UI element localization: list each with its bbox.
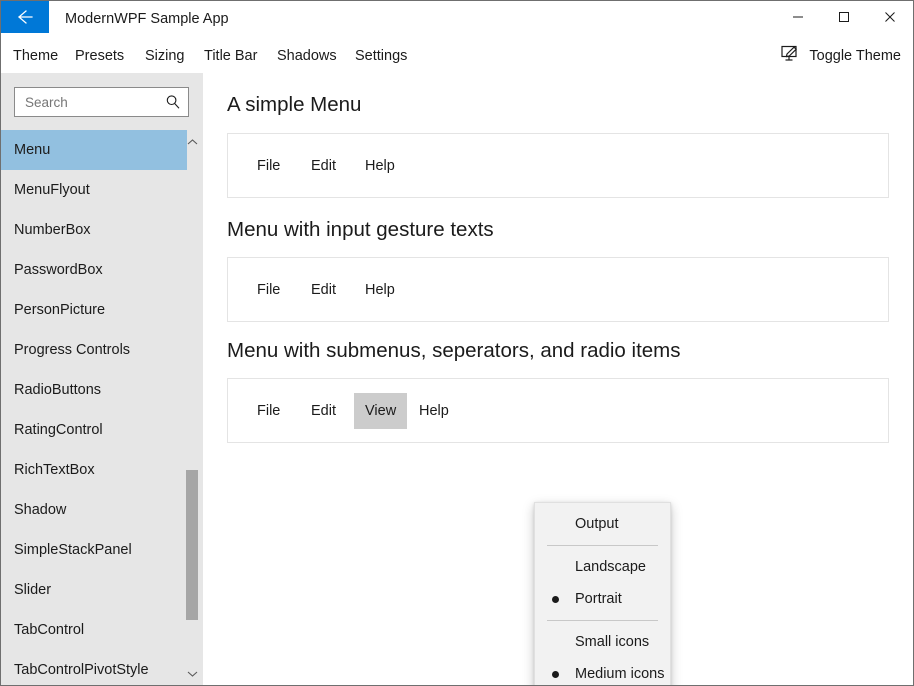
section-title-1: Menu with input gesture texts bbox=[227, 218, 494, 241]
radio-selected-icon bbox=[552, 596, 559, 603]
menubar-item-sizing[interactable]: Sizing bbox=[145, 39, 185, 73]
menu-2-item-edit[interactable]: Edit bbox=[300, 393, 347, 429]
chevron-down-icon bbox=[187, 665, 198, 683]
toggle-theme-button[interactable]: Toggle Theme bbox=[781, 39, 901, 73]
menubar-item-theme[interactable]: Theme bbox=[13, 39, 58, 73]
toggle-theme-label: Toggle Theme bbox=[809, 48, 901, 64]
maximize-icon bbox=[838, 11, 850, 23]
sidebar-scrollbar[interactable] bbox=[185, 130, 199, 685]
menu-2-item-help[interactable]: Help bbox=[408, 393, 460, 429]
sidebar-item-richtextbox[interactable]: RichTextBox bbox=[1, 450, 187, 490]
menu-0-item-file[interactable]: File bbox=[246, 148, 291, 184]
section-title-0: A simple Menu bbox=[227, 93, 362, 116]
close-icon bbox=[884, 11, 896, 23]
menu-card-1: File Edit Help bbox=[227, 257, 889, 322]
menu-1-item-help[interactable]: Help bbox=[354, 272, 406, 308]
content-area: A simple Menu File Edit Help Menu with input… bbox=[203, 73, 913, 685]
close-button[interactable] bbox=[867, 1, 913, 33]
sidebar-item-progress-controls[interactable]: Progress Controls bbox=[1, 330, 187, 370]
search-icon[interactable] bbox=[164, 93, 182, 111]
title-bar: ModernWPF Sample App bbox=[1, 1, 913, 37]
sidebar-item-numberbox[interactable]: NumberBox bbox=[1, 210, 187, 250]
back-arrow-icon bbox=[15, 7, 35, 27]
section-title-2: Menu with submenus, seperators, and radi… bbox=[227, 339, 681, 362]
popup-item-portrait[interactable]: Portrait bbox=[535, 583, 670, 615]
popup-separator bbox=[547, 620, 658, 621]
sidebar-item-personpicture[interactable]: PersonPicture bbox=[1, 290, 187, 330]
menu-1-item-file[interactable]: File bbox=[246, 272, 291, 308]
popup-item-label: Small icons bbox=[575, 634, 650, 650]
scroll-down-button[interactable] bbox=[185, 666, 199, 682]
scrollbar-thumb[interactable] bbox=[186, 470, 198, 620]
sidebar-nav-list: Menu MenuFlyout NumberBox PasswordBox Person… bbox=[1, 130, 203, 685]
popup-item-medium-icons[interactable]: Medium icons bbox=[535, 658, 670, 685]
sidebar-item-ratingcontrol[interactable]: RatingControl bbox=[1, 410, 187, 450]
minimize-button[interactable] bbox=[775, 1, 821, 33]
sidebar-item-menuflyout[interactable]: MenuFlyout bbox=[1, 170, 187, 210]
menubar-item-title-bar[interactable]: Title Bar bbox=[204, 39, 257, 73]
view-menu-popup: Output Landscape Portrait Small icons Medium… bbox=[534, 502, 671, 685]
popup-item-small-icons[interactable]: Small icons bbox=[535, 626, 670, 658]
menu-card-0: File Edit Help bbox=[227, 133, 889, 198]
menu-0-item-help[interactable]: Help bbox=[354, 148, 406, 184]
popup-item-label: Portrait bbox=[575, 591, 622, 607]
scroll-up-button[interactable] bbox=[185, 134, 199, 150]
theme-edit-icon bbox=[781, 45, 801, 68]
sidebar: MenuMenuFlyoutNumberBoxPasswordBoxPerson… bbox=[1, 73, 203, 685]
app-title: ModernWPF Sample App bbox=[65, 11, 229, 27]
menu-1-item-edit[interactable]: Edit bbox=[300, 272, 347, 308]
sidebar-item-simplestackpanel[interactable]: SimpleStackPanel bbox=[1, 530, 187, 570]
minimize-icon bbox=[792, 11, 804, 23]
menu-card-2: File Edit View Help bbox=[227, 378, 889, 443]
popup-separator bbox=[547, 545, 658, 546]
popup-item-label: Output bbox=[575, 516, 619, 532]
menu-2-item-file[interactable]: File bbox=[246, 393, 291, 429]
sidebar-item-radiobuttons[interactable]: RadioButtons bbox=[1, 370, 187, 410]
sidebar-item-passwordbox[interactable]: PasswordBox bbox=[1, 250, 187, 290]
back-button[interactable] bbox=[1, 1, 49, 33]
sidebar-item-slider[interactable]: Slider bbox=[1, 570, 187, 610]
popup-item-output[interactable]: Output bbox=[535, 508, 670, 540]
radio-selected-icon bbox=[552, 671, 559, 678]
sidebar-item-shadow[interactable]: Shadow bbox=[1, 490, 187, 530]
menu-2-item-view[interactable]: View bbox=[354, 393, 408, 429]
sidebar-item-tabcontrolpivotstyle[interactable]: TabControlPivotStyle bbox=[1, 650, 187, 685]
popup-item-label: Medium icons bbox=[575, 666, 665, 682]
app-window: ModernWPF Sample App Theme Presets Sizin… bbox=[0, 0, 914, 686]
chevron-up-icon bbox=[187, 133, 198, 151]
maximize-button[interactable] bbox=[821, 1, 867, 33]
search-box[interactable] bbox=[14, 87, 189, 117]
search-input[interactable] bbox=[15, 88, 161, 116]
popup-item-label: Landscape bbox=[575, 559, 646, 575]
menubar-item-settings[interactable]: Settings bbox=[355, 39, 407, 73]
popup-item-landscape[interactable]: Landscape bbox=[535, 551, 670, 583]
sidebar-item-menu[interactable]: Menu bbox=[1, 130, 187, 170]
app-menu-bar: Theme Presets Sizing Title Bar Shadows Settin… bbox=[1, 39, 913, 73]
menu-0-item-edit[interactable]: Edit bbox=[300, 148, 347, 184]
menubar-item-shadows[interactable]: Shadows bbox=[277, 39, 337, 73]
sidebar-item-tabcontrol[interactable]: TabControl bbox=[1, 610, 187, 650]
menubar-item-presets[interactable]: Presets bbox=[75, 39, 124, 73]
